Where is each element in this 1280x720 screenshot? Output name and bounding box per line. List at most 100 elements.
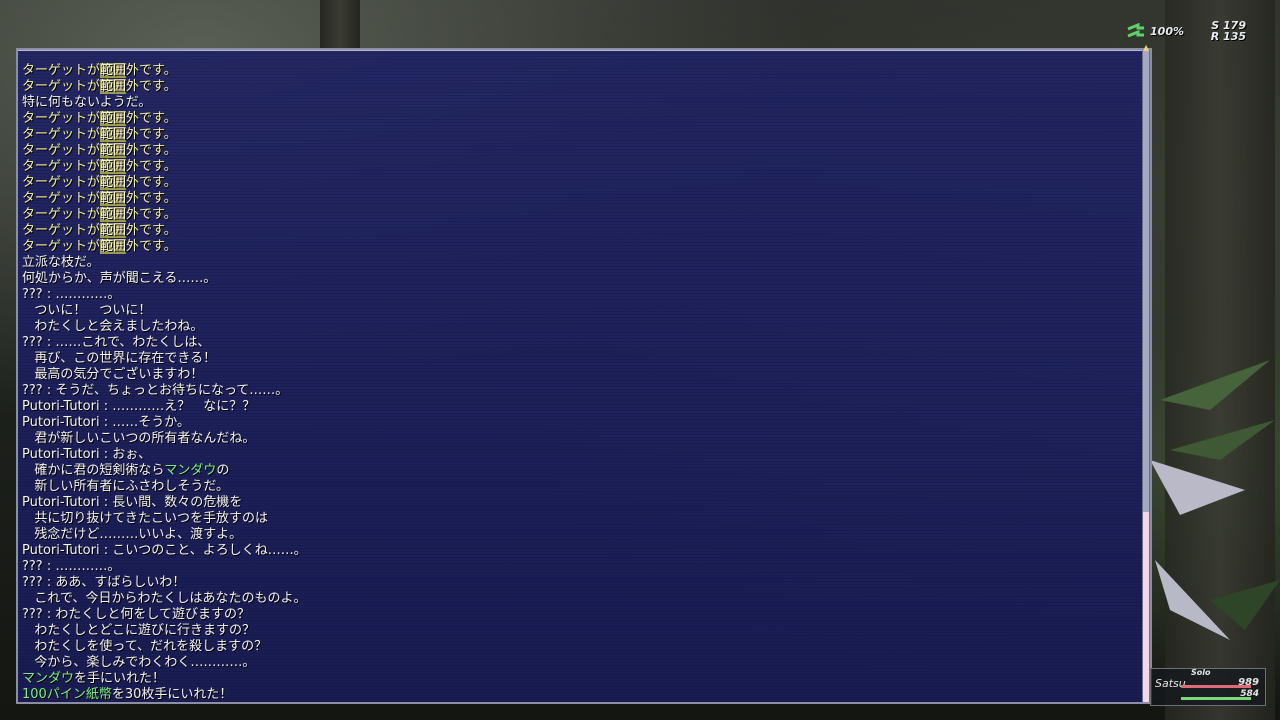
chat-line: わたくしとどこに遊びに行きますの？ [22,623,1134,639]
chat-line: ターゲットが範囲外です。 [22,143,1134,159]
chat-line: わたくしと会えましたわね。 [22,319,1134,335]
chat-line: 確かに君の短剣術ならマンダウの [22,463,1134,479]
chat-text: 残念だけど………いいよ、渡すよ。 [22,527,243,542]
chat-line: 立派な枝だ。 [22,255,1134,271]
chat-line: 100パイン紙幣を30枚手にいれた！ [22,687,1134,703]
chat-text: わたくしとどこに遊びに行きますの？ [22,623,256,638]
chat-line: ターゲットが範囲外です。 [22,127,1134,143]
item-name: マンダウ [22,671,75,686]
highlight-text: 範囲 [100,111,127,126]
highlight-text: 範囲 [100,63,127,78]
chat-line: 再び、この世界に存在できる！ [22,351,1134,367]
chat-text: 外です。 [126,159,177,174]
chat-line: 共に切り抜けてきたこいつを手放すのは [22,511,1134,527]
chat-line: Putori-Tutori : …………え？ なに？？ [22,399,1134,415]
chat-text: 外です。 [126,175,177,190]
chat-text: 何処からか、声が聞こえる……。 [22,271,217,286]
chat-line: Putori-Tutori : こいつのこと、よろしくね……。 [22,543,1134,559]
chat-text: 君が新しいこいつの所有者なんだね。 [22,431,256,446]
chat-text: ??? : ……これで、わたくしは、 [22,335,211,350]
hud-r-value: R 135 [1210,30,1246,43]
chat-text: 外です。 [126,79,177,94]
chat-text: これで、今日からわたくしはあなたのものよ。 [22,591,307,606]
chat-text: 共に切り抜けてきたこいつを手放すのは [22,511,269,526]
party-member-name[interactable]: Satsu [1155,677,1186,690]
chat-line: 何処からか、声が聞こえる……。 [22,271,1134,287]
chat-text: ターゲットが [22,143,101,158]
hud-percent: 100% [1150,25,1184,38]
chat-text: 確かに君の短剣術なら [22,463,165,478]
chat-text: を30枚手にいれた！ [111,687,233,702]
chat-line: ターゲットが範囲外です。 [22,191,1134,207]
scrollbar-track[interactable] [1143,50,1149,512]
chat-line: ターゲットが範囲外です。 [22,223,1134,239]
chat-log-scrollbar[interactable]: ▲ [1142,44,1150,702]
chat-text: ??? : …………。 [22,287,121,302]
chat-text: 今から、楽しみでわくわく…………。 [22,655,256,670]
highlight-text: 範囲 [100,159,127,174]
chat-line: ??? : わたくしと何をして遊びますの？ [22,607,1134,623]
highlight-text: 範囲 [100,143,127,158]
chat-text: 外です。 [126,127,177,142]
chat-line: ターゲットが範囲外です。 [22,159,1134,175]
party-status-panel: Solo Satsu 989 584 [1150,668,1266,706]
chat-line: 特に何もないようだ。 [22,95,1134,111]
highlight-text: 範囲 [100,239,127,254]
chat-line: ついに！ ついに！ [22,303,1134,319]
chat-line: 新しい所有者にふさわしそうだ。 [22,479,1134,495]
chat-line: 最高の気分でございますわ！ [22,367,1134,383]
mp-value: 584 [1240,689,1259,699]
chat-line: Putori-Tutori : おぉ、 [22,447,1134,463]
chat-text: ターゲットが [22,175,101,190]
item-name: 100パイン紙幣 [22,687,112,702]
chat-text: の [216,463,230,478]
scrollbar-thumb[interactable] [1143,512,1149,702]
chat-line: ターゲットが範囲外です。 [22,111,1134,127]
chat-line: ターゲットが範囲外です。 [22,239,1134,255]
tree-trunk-left [320,0,360,50]
chat-text: ターゲットが [22,223,101,238]
party-mode: Solo [1191,668,1211,677]
chat-line: マンダウを手にいれた！ [22,671,1134,687]
chat-log-lines: ターゲットが範囲外です。 ターゲットが範囲外です。 特に何もないようだ。 ターゲットが… [22,63,1134,703]
chat-text: 外です。 [126,143,177,158]
chat-text: 外です。 [126,111,177,126]
chat-text: 立派な枝だ。 [22,255,100,270]
chat-line: わたくしを使って、だれを殺しますの？ [22,639,1134,655]
chat-text: 最高の気分でございますわ！ [22,367,204,382]
chat-text: ターゲットが [22,111,101,126]
chat-log-window[interactable]: ターゲットが範囲外です。 ターゲットが範囲外です。 特に何もないようだ。 ターゲットが… [16,44,1152,704]
chat-line: Putori-Tutori : 長い間、数々の危機を [22,495,1134,511]
fern-leaves [1150,360,1280,640]
chat-text: 特に何もないようだ。 [22,95,152,110]
highlight-text: 範囲 [100,175,127,190]
chat-line: ??? : そうだ、ちょっとお待ちになって……。 [22,383,1134,399]
chat-text: 外です。 [126,239,177,254]
chat-text: ??? : …………。 [22,559,121,574]
chat-text: Putori-Tutori : …………え？ なに？？ [22,399,256,414]
chat-text: を手にいれた！ [74,671,166,686]
chat-text: ターゲットが [22,239,101,254]
chat-line: 君が新しいこいつの所有者なんだね。 [22,431,1134,447]
chat-text: 外です。 [126,63,177,78]
chat-text: 再び、この世界に存在できる！ [22,351,217,366]
chat-line: これで、今日からわたくしはあなたのものよ。 [22,591,1134,607]
chat-text: ターゲットが [22,207,101,222]
chat-text: 外です。 [126,191,177,206]
highlight-text: 範囲 [100,79,127,94]
hp-value: 989 [1238,677,1259,688]
chat-text: ターゲットが [22,79,101,94]
chat-line: ターゲットが範囲外です。 [22,79,1134,95]
chat-text: 外です。 [126,223,177,238]
chat-text: ついに！ ついに！ [22,303,152,318]
chat-text: 外です。 [126,207,177,222]
compass-icon [1127,23,1144,38]
chat-text: わたくしを使って、だれを殺しますの？ [22,639,268,654]
chat-text: ??? : そうだ、ちょっとお待ちになって……。 [22,383,289,398]
chat-line: 今から、楽しみでわくわく…………。 [22,655,1134,671]
chat-line: ターゲットが範囲外です。 [22,207,1134,223]
highlight-text: 範囲 [100,191,127,206]
scroll-up-arrow-icon[interactable]: ▲ [1143,44,1151,52]
chat-text: Putori-Tutori : ……そうか。 [22,415,190,430]
chat-text: ターゲットが [22,63,101,78]
